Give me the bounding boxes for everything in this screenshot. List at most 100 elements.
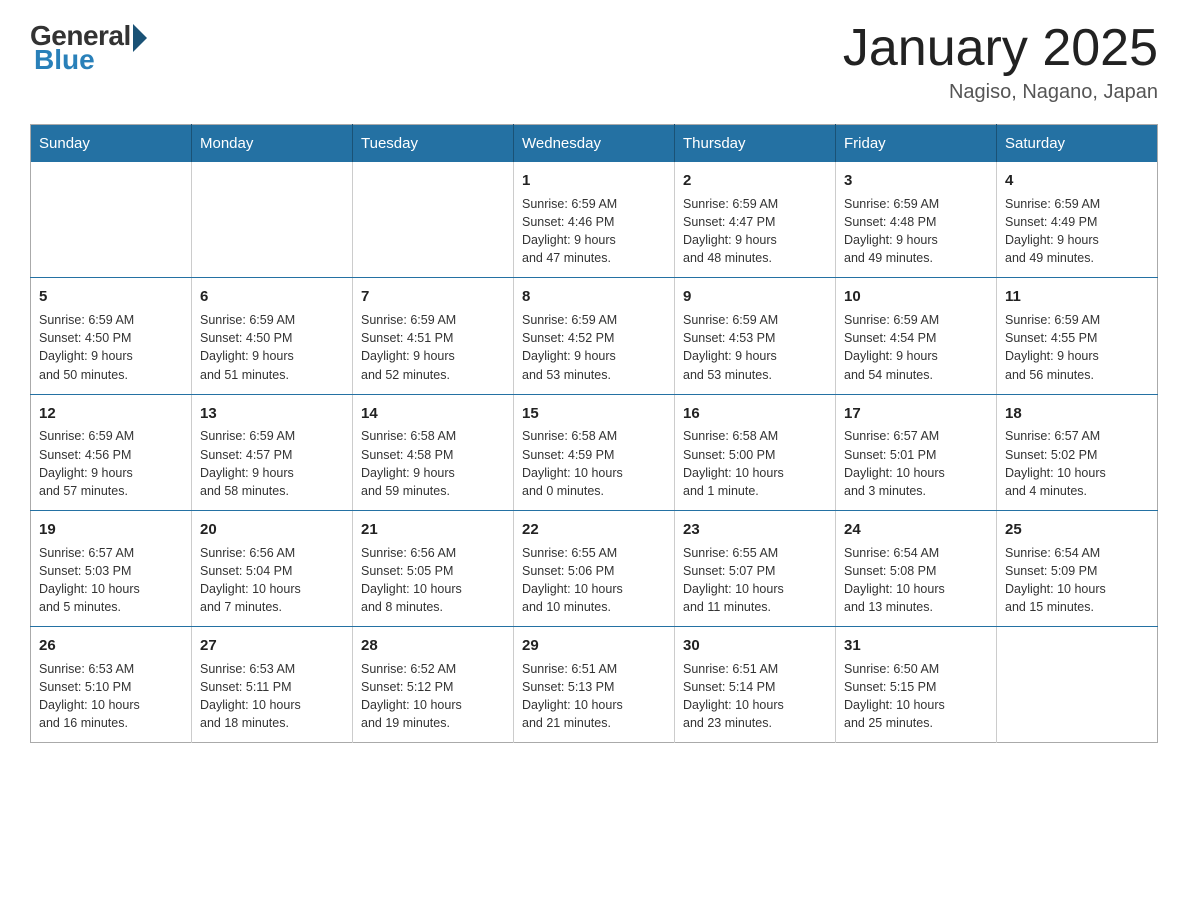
logo-blue-text: Blue xyxy=(34,44,95,76)
calendar-cell xyxy=(192,162,353,278)
day-info: Sunrise: 6:59 AM Sunset: 4:54 PM Dayligh… xyxy=(844,311,988,384)
calendar-cell: 2Sunrise: 6:59 AM Sunset: 4:47 PM Daylig… xyxy=(675,162,836,278)
day-number: 18 xyxy=(1005,403,1149,425)
calendar-week-row: 26Sunrise: 6:53 AM Sunset: 5:10 PM Dayli… xyxy=(31,627,1158,743)
calendar-cell: 27 Sunrise: 6:53 AM Sunset: 5:11 PM Dayli… xyxy=(192,627,353,743)
column-header-sunday: Sunday xyxy=(31,125,192,163)
day-info: Sunrise: 6:53 AM Sunset: 5:11 PM Dayligh… xyxy=(200,660,344,733)
calendar-cell: 12Sunrise: 6:59 AM Sunset: 4:56 PM Dayli… xyxy=(31,394,192,510)
day-number: 21 xyxy=(361,519,505,541)
day-number: 5 xyxy=(39,286,183,308)
day-number: 25 xyxy=(1005,519,1149,541)
calendar-cell: 18Sunrise: 6:57 AM Sunset: 5:02 PM Dayli… xyxy=(997,394,1158,510)
column-header-monday: Monday xyxy=(192,125,353,163)
day-info: Sunrise: 6:58 AM Sunset: 4:58 PM Dayligh… xyxy=(361,427,505,500)
calendar-cell: 20Sunrise: 6:56 AM Sunset: 5:04 PM Dayli… xyxy=(192,510,353,626)
calendar-cell: 24 Sunrise: 6:54 AM Sunset: 5:08 PM Dayli… xyxy=(836,510,997,626)
day-number: 23 xyxy=(683,519,827,541)
day-info: Sunrise: 6:59 AM Sunset: 4:48 PM Dayligh… xyxy=(844,195,988,268)
calendar-week-row: 5 Sunrise: 6:59 AM Sunset: 4:50 PM Daylig… xyxy=(31,278,1158,394)
day-number: 7 xyxy=(361,286,505,308)
day-number: 4 xyxy=(1005,170,1149,192)
day-info: Sunrise: 6:59 AM Sunset: 4:50 PM Dayligh… xyxy=(39,311,183,384)
day-info: Sunrise: 6:59 AM Sunset: 4:56 PM Dayligh… xyxy=(39,427,183,500)
column-header-saturday: Saturday xyxy=(997,125,1158,163)
day-number: 31 xyxy=(844,635,988,657)
calendar-cell: 5 Sunrise: 6:59 AM Sunset: 4:50 PM Daylig… xyxy=(31,278,192,394)
day-number: 29 xyxy=(522,635,666,657)
logo-arrow-icon xyxy=(133,24,147,52)
day-number: 3 xyxy=(844,170,988,192)
calendar-week-row: 12Sunrise: 6:59 AM Sunset: 4:56 PM Dayli… xyxy=(31,394,1158,510)
day-info: Sunrise: 6:59 AM Sunset: 4:53 PM Dayligh… xyxy=(683,311,827,384)
calendar-cell: 23 Sunrise: 6:55 AM Sunset: 5:07 PM Dayli… xyxy=(675,510,836,626)
day-number: 14 xyxy=(361,403,505,425)
calendar-cell: 4 Sunrise: 6:59 AM Sunset: 4:49 PM Daylig… xyxy=(997,162,1158,278)
day-number: 22 xyxy=(522,519,666,541)
calendar-cell: 19 Sunrise: 6:57 AM Sunset: 5:03 PM Dayli… xyxy=(31,510,192,626)
day-info: Sunrise: 6:59 AM Sunset: 4:55 PM Dayligh… xyxy=(1005,311,1149,384)
location: Nagiso, Nagano, Japan xyxy=(843,81,1158,104)
day-number: 24 xyxy=(844,519,988,541)
day-number: 2 xyxy=(683,170,827,192)
column-header-thursday: Thursday xyxy=(675,125,836,163)
day-number: 12 xyxy=(39,403,183,425)
day-info: Sunrise: 6:55 AM Sunset: 5:06 PM Dayligh… xyxy=(522,544,666,617)
calendar-cell: 28 Sunrise: 6:52 AM Sunset: 5:12 PM Dayli… xyxy=(353,627,514,743)
day-info: Sunrise: 6:59 AM Sunset: 4:52 PM Dayligh… xyxy=(522,311,666,384)
calendar-cell: 15Sunrise: 6:58 AM Sunset: 4:59 PM Dayli… xyxy=(514,394,675,510)
day-number: 15 xyxy=(522,403,666,425)
calendar-week-row: 19 Sunrise: 6:57 AM Sunset: 5:03 PM Dayli… xyxy=(31,510,1158,626)
day-number: 27 xyxy=(200,635,344,657)
day-number: 10 xyxy=(844,286,988,308)
month-title: January 2025 xyxy=(843,20,1158,77)
calendar-week-row: 1Sunrise: 6:59 AM Sunset: 4:46 PM Daylig… xyxy=(31,162,1158,278)
calendar-cell: 25 Sunrise: 6:54 AM Sunset: 5:09 PM Dayli… xyxy=(997,510,1158,626)
day-info: Sunrise: 6:53 AM Sunset: 5:10 PM Dayligh… xyxy=(39,660,183,733)
day-info: Sunrise: 6:59 AM Sunset: 4:51 PM Dayligh… xyxy=(361,311,505,384)
day-info: Sunrise: 6:55 AM Sunset: 5:07 PM Dayligh… xyxy=(683,544,827,617)
day-info: Sunrise: 6:50 AM Sunset: 5:15 PM Dayligh… xyxy=(844,660,988,733)
day-info: Sunrise: 6:56 AM Sunset: 5:05 PM Dayligh… xyxy=(361,544,505,617)
day-info: Sunrise: 6:59 AM Sunset: 4:46 PM Dayligh… xyxy=(522,195,666,268)
calendar-cell: 10 Sunrise: 6:59 AM Sunset: 4:54 PM Dayli… xyxy=(836,278,997,394)
calendar-cell: 3 Sunrise: 6:59 AM Sunset: 4:48 PM Daylig… xyxy=(836,162,997,278)
calendar-cell: 7 Sunrise: 6:59 AM Sunset: 4:51 PM Daylig… xyxy=(353,278,514,394)
day-info: Sunrise: 6:57 AM Sunset: 5:03 PM Dayligh… xyxy=(39,544,183,617)
calendar-header-row: SundayMondayTuesdayWednesdayThursdayFrid… xyxy=(31,125,1158,163)
calendar-cell: 30 Sunrise: 6:51 AM Sunset: 5:14 PM Dayli… xyxy=(675,627,836,743)
day-info: Sunrise: 6:58 AM Sunset: 4:59 PM Dayligh… xyxy=(522,427,666,500)
day-number: 30 xyxy=(683,635,827,657)
day-number: 17 xyxy=(844,403,988,425)
day-number: 13 xyxy=(200,403,344,425)
day-info: Sunrise: 6:52 AM Sunset: 5:12 PM Dayligh… xyxy=(361,660,505,733)
day-number: 28 xyxy=(361,635,505,657)
day-info: Sunrise: 6:58 AM Sunset: 5:00 PM Dayligh… xyxy=(683,427,827,500)
page-header: General Blue January 2025 Nagiso, Nagano… xyxy=(30,20,1158,104)
calendar-cell: 1Sunrise: 6:59 AM Sunset: 4:46 PM Daylig… xyxy=(514,162,675,278)
calendar-cell: 8 Sunrise: 6:59 AM Sunset: 4:52 PM Daylig… xyxy=(514,278,675,394)
day-number: 16 xyxy=(683,403,827,425)
day-number: 6 xyxy=(200,286,344,308)
day-number: 9 xyxy=(683,286,827,308)
calendar-cell xyxy=(353,162,514,278)
day-info: Sunrise: 6:59 AM Sunset: 4:57 PM Dayligh… xyxy=(200,427,344,500)
calendar-cell: 16Sunrise: 6:58 AM Sunset: 5:00 PM Dayli… xyxy=(675,394,836,510)
day-info: Sunrise: 6:51 AM Sunset: 5:14 PM Dayligh… xyxy=(683,660,827,733)
day-number: 19 xyxy=(39,519,183,541)
day-info: Sunrise: 6:54 AM Sunset: 5:08 PM Dayligh… xyxy=(844,544,988,617)
calendar-cell: 29Sunrise: 6:51 AM Sunset: 5:13 PM Dayli… xyxy=(514,627,675,743)
day-number: 8 xyxy=(522,286,666,308)
calendar-cell: 14Sunrise: 6:58 AM Sunset: 4:58 PM Dayli… xyxy=(353,394,514,510)
day-info: Sunrise: 6:54 AM Sunset: 5:09 PM Dayligh… xyxy=(1005,544,1149,617)
calendar-cell: 6Sunrise: 6:59 AM Sunset: 4:50 PM Daylig… xyxy=(192,278,353,394)
calendar-table: SundayMondayTuesdayWednesdayThursdayFrid… xyxy=(30,124,1158,743)
column-header-wednesday: Wednesday xyxy=(514,125,675,163)
day-info: Sunrise: 6:57 AM Sunset: 5:01 PM Dayligh… xyxy=(844,427,988,500)
day-info: Sunrise: 6:59 AM Sunset: 4:49 PM Dayligh… xyxy=(1005,195,1149,268)
day-number: 11 xyxy=(1005,286,1149,308)
column-header-friday: Friday xyxy=(836,125,997,163)
title-section: January 2025 Nagiso, Nagano, Japan xyxy=(843,20,1158,104)
calendar-cell: 26Sunrise: 6:53 AM Sunset: 5:10 PM Dayli… xyxy=(31,627,192,743)
calendar-cell xyxy=(31,162,192,278)
